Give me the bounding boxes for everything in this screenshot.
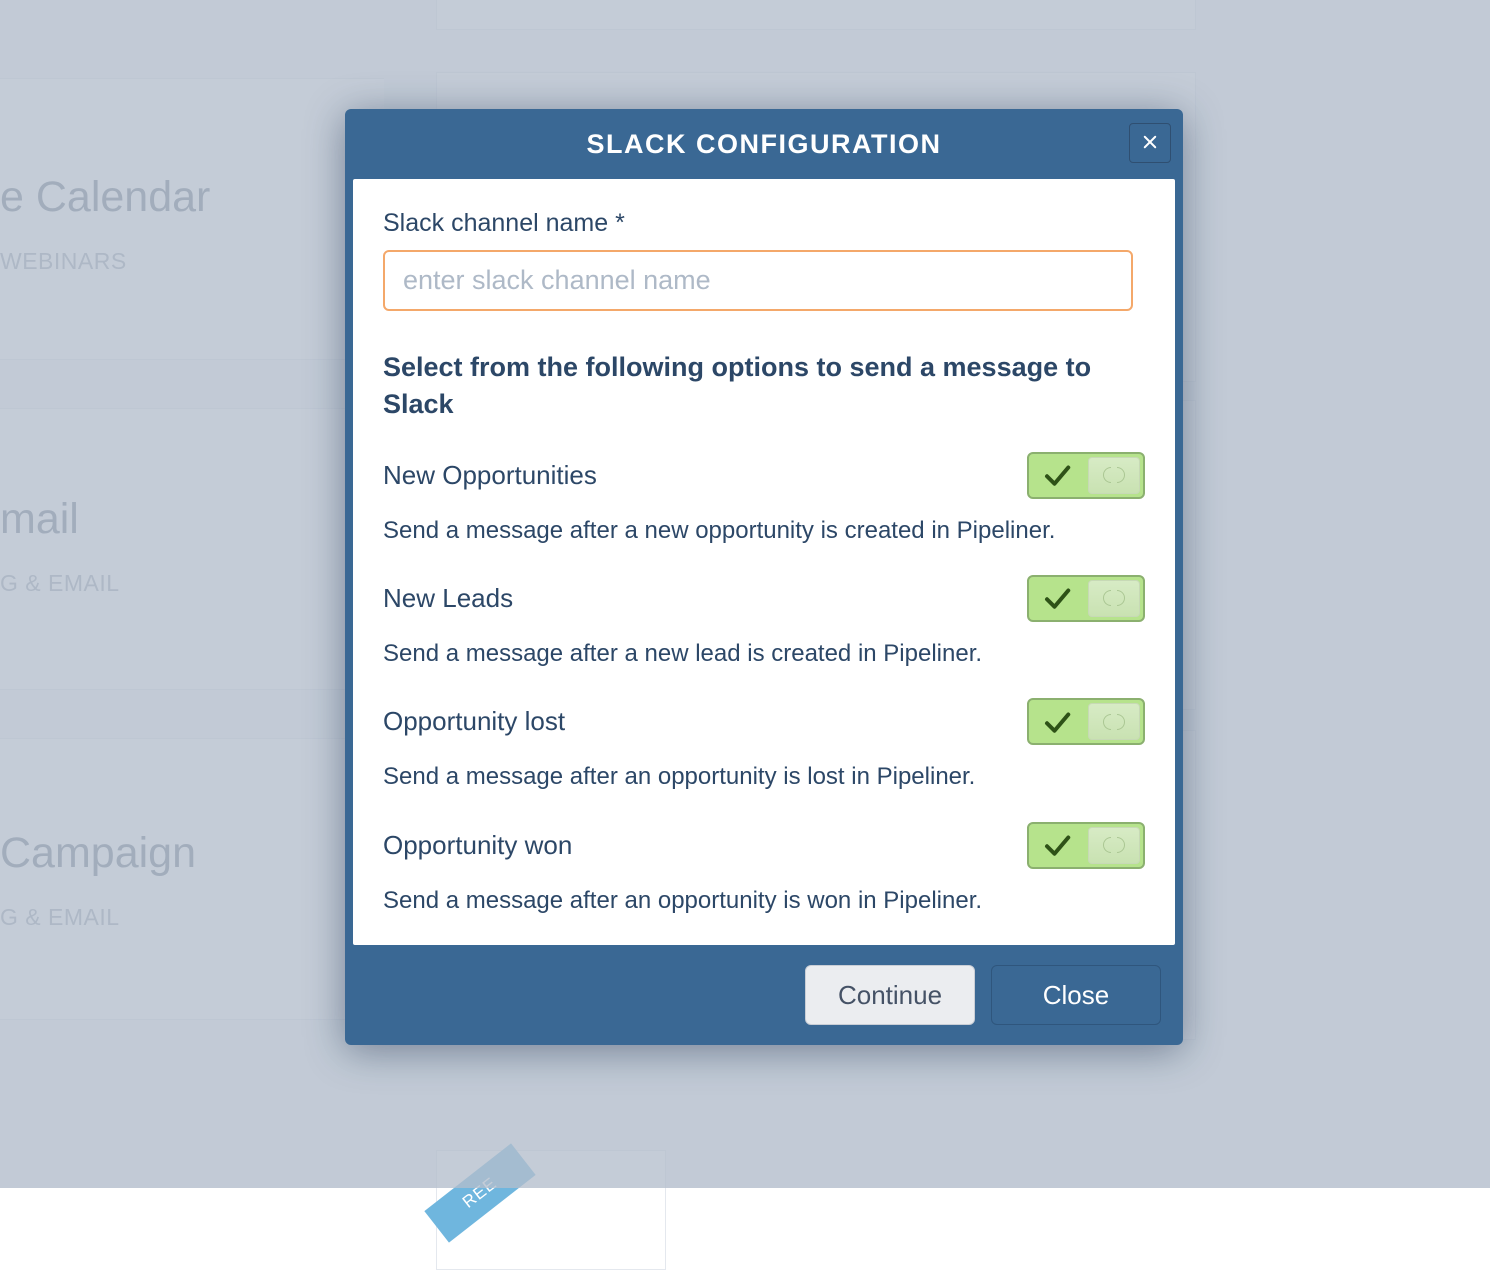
toggle-knob [1088,580,1140,617]
close-icon-button[interactable] [1129,123,1171,163]
option-title: Opportunity won [383,830,1015,861]
dialog-footer: Continue Close [345,945,1183,1045]
dialog-body: Slack channel name * Select from the fol… [353,179,1175,945]
option-opportunity-won: Opportunity won Send a message after an … [383,822,1145,917]
toggle-knob [1088,703,1140,740]
option-new-opportunities: New Opportunities Send a message after a… [383,452,1145,547]
check-icon [1032,460,1082,490]
option-title: New Leads [383,583,1015,614]
option-title: New Opportunities [383,460,1015,491]
toggle-opportunity-won[interactable] [1027,822,1145,869]
toggle-new-opportunities[interactable] [1027,452,1145,499]
dialog-title: SLACK CONFIGURATION [587,129,942,160]
check-icon [1032,707,1082,737]
toggle-new-leads[interactable] [1027,575,1145,622]
toggle-knob [1088,827,1140,864]
option-desc: Send a message after an opportunity is w… [383,885,1145,917]
continue-button[interactable]: Continue [805,965,975,1025]
close-button[interactable]: Close [991,965,1161,1025]
option-desc: Send a message after a new lead is creat… [383,638,1145,670]
options-heading: Select from the following options to sen… [383,349,1113,424]
option-opportunity-lost: Opportunity lost Send a message after an… [383,698,1145,793]
channel-name-input[interactable] [383,250,1133,311]
close-icon [1141,133,1159,154]
check-icon [1032,583,1082,613]
option-desc: Send a message after an opportunity is l… [383,761,1145,793]
slack-config-dialog: SLACK CONFIGURATION Slack channel name *… [345,109,1183,1045]
toggle-opportunity-lost[interactable] [1027,698,1145,745]
option-title: Opportunity lost [383,706,1015,737]
option-desc: Send a message after a new opportunity i… [383,515,1145,547]
option-new-leads: New Leads Send a message after a new lea… [383,575,1145,670]
dialog-header: SLACK CONFIGURATION [345,109,1183,179]
channel-name-label: Slack channel name * [383,209,1145,238]
check-icon [1032,830,1082,860]
toggle-knob [1088,457,1140,494]
